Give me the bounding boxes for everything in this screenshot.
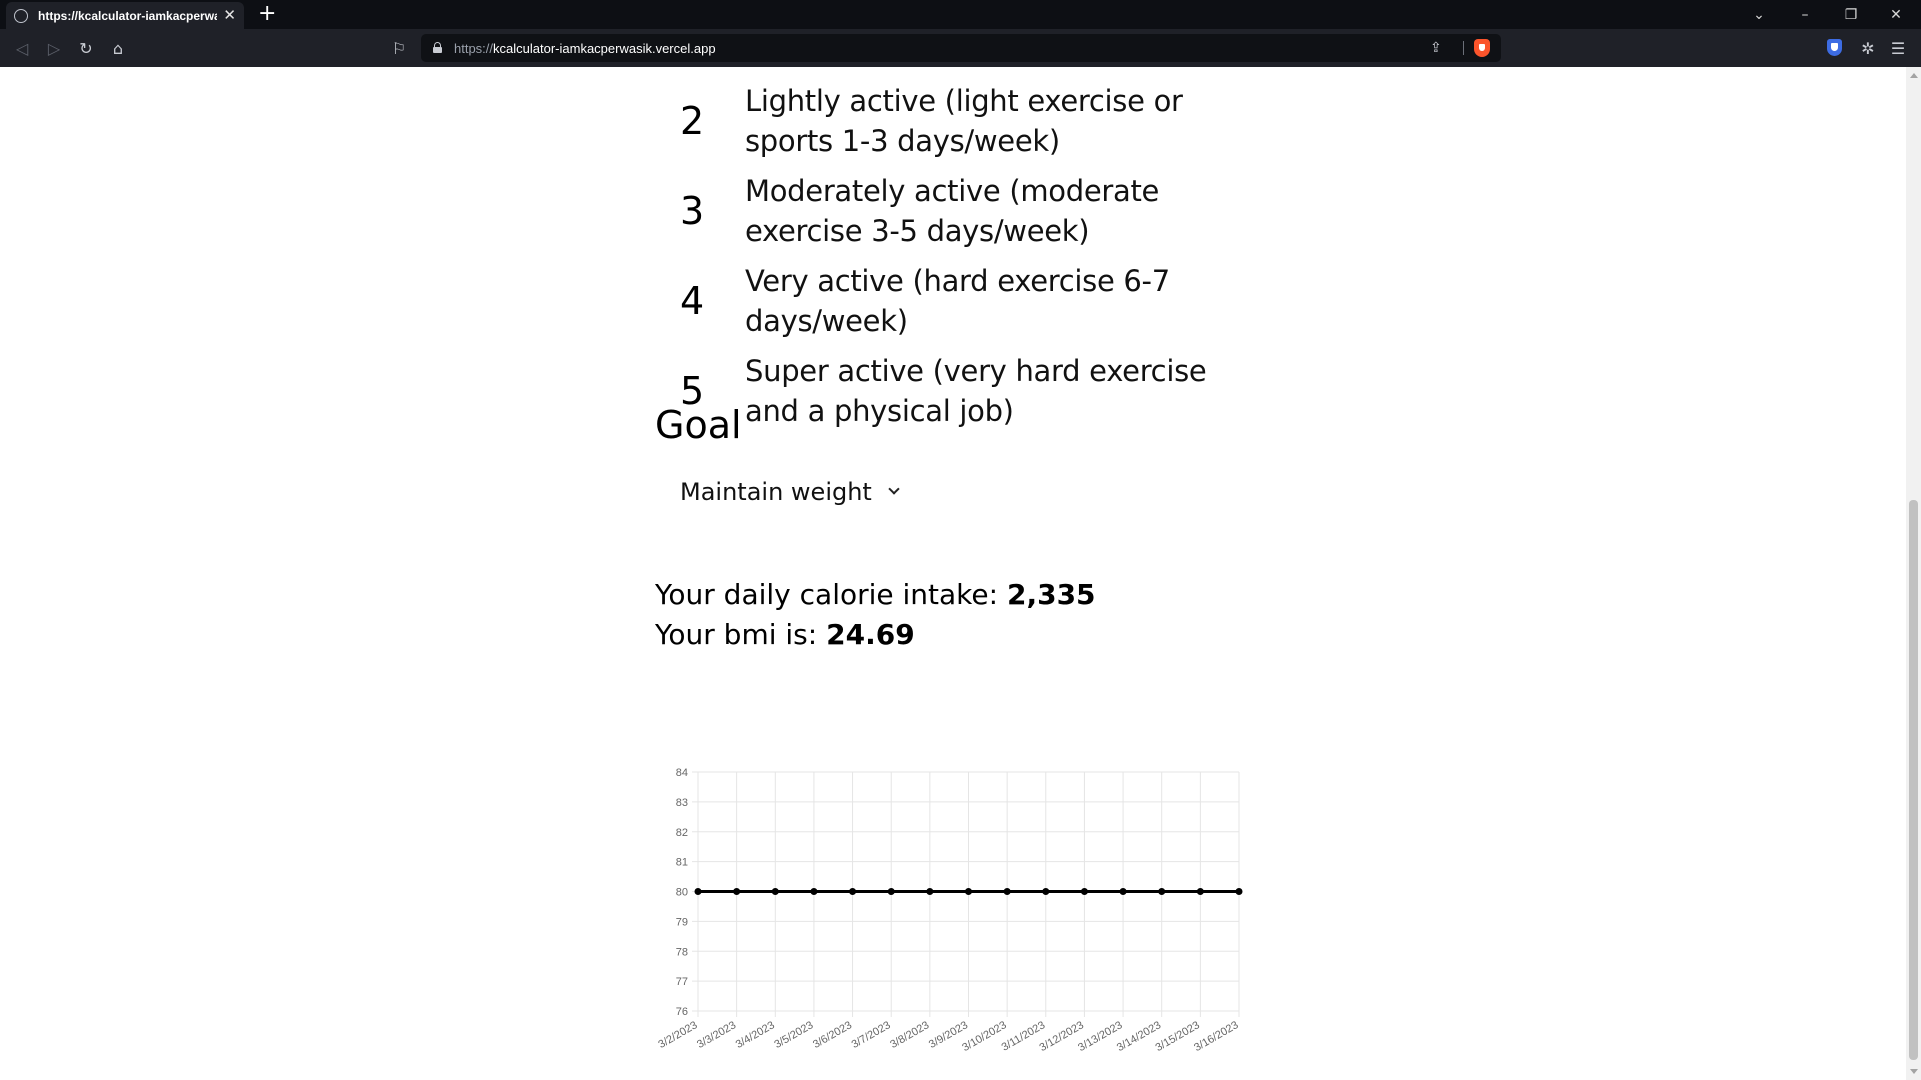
y-tick-label: 82 [676, 827, 688, 839]
y-tick-label: 78 [676, 946, 688, 958]
goal-selected-value: Maintain weight [680, 478, 872, 506]
calorie-value: 2,335 [1006, 578, 1096, 611]
x-tick-label: 3/8/2023 [888, 1019, 931, 1051]
minimize-icon[interactable]: – [1783, 0, 1827, 29]
weight-chart: 84 83 82 81 80 79 78 77 763/2/20233/3/20233/4/20… [656, 767, 1243, 1054]
browser-toolbar: ◁ ▷ ↻ ⌂ ⚐ https://kcalculator-iamkacperw… [0, 29, 1921, 67]
y-tick-label: 81 [676, 857, 688, 869]
data-point [733, 888, 741, 895]
globe-icon [14, 8, 28, 23]
data-point [849, 888, 857, 895]
y-tick-label: 84 [676, 767, 688, 779]
page-scrollbar[interactable] [1906, 67, 1921, 1080]
x-tick-label: 3/7/2023 [850, 1019, 893, 1051]
y-tick-label: 79 [676, 916, 688, 928]
calorie-label: Your daily calorie intake: [655, 578, 1007, 611]
x-tick-label: 3/4/2023 [734, 1019, 777, 1051]
address-bar[interactable]: https://kcalculator-iamkacperwasik.verce… [421, 34, 1501, 62]
tab-strip: https://kcalculator-iamkacperwasik.verce… [0, 0, 1921, 29]
calorie-result: Your daily calorie intake: 2,335 [655, 578, 1096, 611]
data-point [771, 888, 779, 895]
data-point [694, 888, 702, 895]
activity-level-row[interactable]: 2 Lightly active (light exercise or spor… [670, 81, 1230, 161]
activity-level-description: Super active (very hard exercise and a p… [745, 354, 1207, 428]
restore-icon[interactable]: ❐ [1829, 0, 1873, 29]
scroll-down-icon[interactable] [1910, 1069, 1918, 1074]
window-close-icon[interactable]: ✕ [1874, 0, 1918, 29]
address-bar-divider [1463, 41, 1464, 55]
bmi-label: Your bmi is: [655, 618, 827, 651]
back-icon[interactable]: ◁ [12, 38, 32, 58]
goal-select[interactable]: Maintain weight [680, 472, 900, 512]
data-point [810, 888, 818, 895]
x-tick-label: 3/10/2023 [960, 1019, 1008, 1054]
data-point [965, 888, 972, 895]
data-point [1003, 888, 1011, 895]
page-viewport: 2 Lightly active (light exercise or spor… [0, 67, 1906, 1080]
extensions-puzzle-icon[interactable]: ✲ [1858, 38, 1878, 58]
bitwarden-extension-icon[interactable] [1827, 39, 1842, 56]
forward-icon[interactable]: ▷ [44, 38, 64, 58]
lock-icon [433, 42, 442, 53]
bmi-value: 24.69 [826, 618, 915, 651]
data-point [1042, 888, 1050, 895]
activity-level-row[interactable]: 3 Moderately active (moderate exercise 3… [670, 171, 1230, 251]
y-tick-label: 83 [676, 797, 688, 809]
activity-level-description: Very active (hard exercise 6-7 days/week… [745, 264, 1170, 338]
data-point [1158, 888, 1166, 895]
x-tick-label: 3/2/2023 [656, 1019, 699, 1051]
x-tick-label: 3/5/2023 [772, 1019, 815, 1051]
url-text[interactable]: https://kcalculator-iamkacperwasik.verce… [454, 41, 716, 56]
goal-heading: Goal [655, 403, 742, 447]
data-point [1119, 888, 1127, 895]
scroll-up-icon[interactable] [1910, 73, 1918, 78]
tab-list-chevron-icon[interactable]: ⌄ [1737, 0, 1781, 29]
scrollbar-thumb[interactable] [1909, 500, 1918, 1060]
data-point [887, 888, 895, 895]
activity-level-description: Moderately active (moderate exercise 3-5… [745, 174, 1160, 248]
close-tab-icon[interactable]: ✕ [223, 8, 236, 23]
y-tick-label: 77 [676, 976, 688, 988]
data-point [926, 888, 934, 895]
x-tick-label: 3/3/2023 [695, 1019, 738, 1051]
chevron-down-icon [888, 483, 900, 495]
activity-level-number: 2 [680, 99, 705, 143]
y-tick-label: 80 [676, 887, 688, 899]
activity-level-number: 4 [680, 279, 705, 323]
tab-title: https://kcalculator-iamkacperwasik.verce… [38, 8, 218, 23]
data-point [1080, 888, 1088, 895]
data-point [1196, 888, 1204, 895]
bmi-result: Your bmi is: 24.69 [655, 618, 915, 651]
activity-level-description: Lightly active (light exercise or sports… [745, 84, 1183, 158]
activity-level-row[interactable]: 4 Very active (hard exercise 6-7 days/we… [670, 261, 1230, 341]
x-tick-label: 3/16/2023 [1192, 1019, 1240, 1054]
browser-tab[interactable]: https://kcalculator-iamkacperwasik.verce… [6, 2, 244, 29]
home-icon[interactable]: ⌂ [108, 38, 128, 58]
activity-level-number: 3 [680, 189, 705, 233]
brave-shields-icon[interactable] [1474, 39, 1490, 57]
new-tab-icon[interactable]: + [258, 3, 276, 25]
menu-icon[interactable]: ☰ [1888, 38, 1908, 58]
share-icon[interactable]: ⇪ [1430, 40, 1442, 56]
data-point [1235, 888, 1243, 895]
x-tick-label: 3/6/2023 [811, 1019, 854, 1051]
activity-level-row[interactable]: 5 Super active (very hard exercise and a… [670, 351, 1230, 431]
y-tick-label: 76 [676, 1006, 688, 1018]
bookmark-icon[interactable]: ⚐ [389, 38, 409, 58]
reload-icon[interactable]: ↻ [76, 38, 96, 58]
